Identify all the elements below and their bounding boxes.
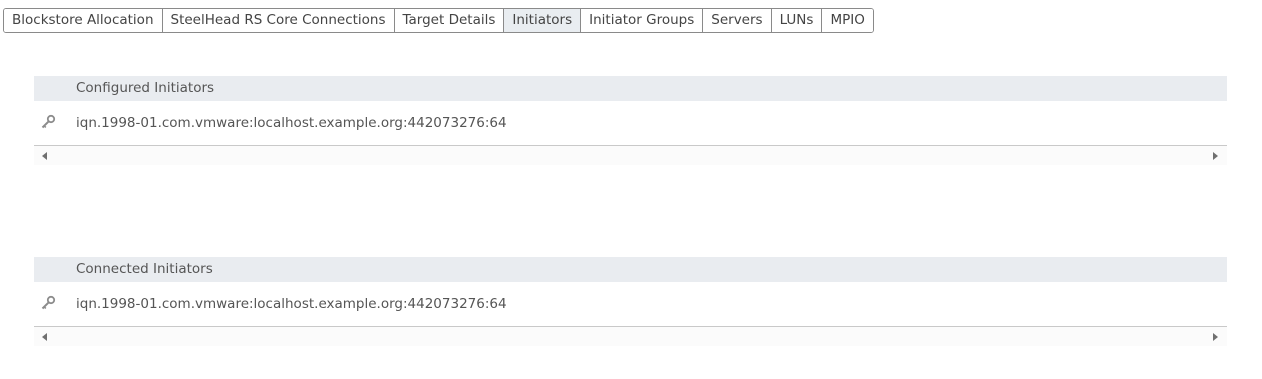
initiator-name: iqn.1998-01.com.vmware:localhost.example… (76, 115, 507, 131)
scroll-right-icon[interactable] (1213, 152, 1218, 160)
tab-bar: Blockstore Allocation SteelHead RS Core … (3, 8, 874, 33)
tab-steelhead-rs-core-connections[interactable]: SteelHead RS Core Connections (161, 9, 394, 32)
connected-initiators-panel: Connected Initiators iqn.1998-01.com.vmw… (34, 257, 1227, 346)
tab-mpio[interactable]: MPIO (821, 9, 873, 32)
configured-initiators-panel: Configured Initiators iqn.1998-01.com.vm… (34, 76, 1227, 165)
horizontal-scrollbar[interactable] (34, 327, 1227, 346)
configured-initiator-row[interactable]: iqn.1998-01.com.vmware:localhost.example… (34, 101, 1227, 146)
tab-luns[interactable]: LUNs (770, 9, 822, 32)
key-icon (41, 114, 56, 129)
tab-servers[interactable]: Servers (702, 9, 771, 32)
key-icon (41, 295, 56, 310)
scroll-right-icon[interactable] (1213, 333, 1218, 341)
tab-initiators[interactable]: Initiators (503, 9, 581, 32)
initiator-name: iqn.1998-01.com.vmware:localhost.example… (76, 296, 507, 312)
scroll-left-icon[interactable] (42, 333, 47, 341)
scroll-left-icon[interactable] (42, 152, 47, 160)
tab-target-details[interactable]: Target Details (393, 9, 504, 32)
connected-initiators-header: Connected Initiators (34, 257, 1227, 282)
tab-initiator-groups[interactable]: Initiator Groups (580, 9, 703, 32)
configured-initiators-header: Configured Initiators (34, 76, 1227, 101)
connected-initiator-row[interactable]: iqn.1998-01.com.vmware:localhost.example… (34, 282, 1227, 327)
tab-blockstore-allocation[interactable]: Blockstore Allocation (4, 9, 162, 32)
horizontal-scrollbar[interactable] (34, 146, 1227, 165)
